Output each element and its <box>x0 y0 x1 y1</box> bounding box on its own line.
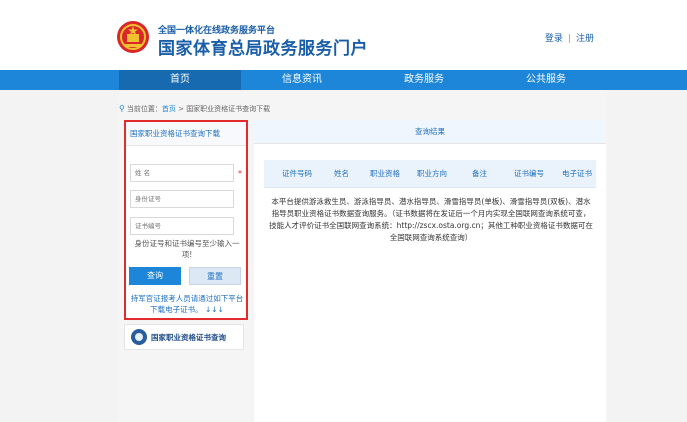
auth-links: 登录 | 注册 <box>545 31 594 44</box>
query-button[interactable]: 查询 <box>129 267 181 285</box>
certificate-query-banner[interactable]: 国家职业资格证书查询 <box>124 324 244 350</box>
nav-item-public-services[interactable]: 公共服务 <box>485 70 607 90</box>
column-header-direction: 职业方向 <box>417 169 447 178</box>
breadcrumb-separator: > <box>175 105 187 113</box>
main-nav: 首页 信息资讯 政务服务 公共服务 <box>0 70 687 90</box>
results-description: 本平台提供游泳救生员、游泳指导员、潜水指导员、滑雪指导员(单板)、滑雪指导员(双… <box>269 197 593 242</box>
query-results-panel: 查询结果 证件号码 姓名 职业资格 职业方向 备注 证书编号 电子证书 本平台提… <box>254 120 606 422</box>
column-header-id-number: 证件号码 <box>282 169 312 178</box>
required-mark: * <box>238 169 242 178</box>
national-emblem-icon <box>117 21 149 53</box>
breadcrumb-home-link[interactable]: 首页 <box>162 105 176 113</box>
site-header: 全国一体化在线政务服务平台 国家体育总局政务服务门户 登录 | 注册 <box>0 0 687 70</box>
form-title: 国家职业资格证书查询下载 <box>126 122 246 146</box>
certificate-number-input[interactable]: 证书编号 <box>130 217 234 235</box>
login-link[interactable]: 登录 <box>545 34 563 44</box>
certificate-query-form: 国家职业资格证书查询下载 姓 名 * 身份证号 证书编号 身份证号和证书编号至少… <box>124 120 248 320</box>
column-header-name: 姓名 <box>334 169 349 178</box>
breadcrumb: ⚲ 当前位置：首页 > 国家职业资格证书查询下载 <box>119 104 270 114</box>
breadcrumb-current: 国家职业资格证书查询下载 <box>186 105 271 113</box>
name-input[interactable]: 姓 名 <box>130 164 234 182</box>
reset-button[interactable]: 重置 <box>189 267 241 285</box>
auth-separator: | <box>567 34 571 44</box>
column-header-e-certificate: 电子证书 <box>562 169 592 178</box>
banner-text: 国家职业资格证书查询 <box>151 333 226 342</box>
location-pin-icon: ⚲ <box>119 104 125 113</box>
nav-item-home[interactable]: 首页 <box>119 70 241 90</box>
military-notice-link[interactable]: 持军官证报考人员请通过如下平台下载电子证书。 ↓↓↓ <box>128 293 246 315</box>
nav-item-news[interactable]: 信息资讯 <box>241 70 363 90</box>
id-number-input[interactable]: 身份证号 <box>130 190 234 208</box>
input-hint: 身份证号和证书编号至少输入一项! <box>134 239 240 259</box>
results-table-header: 证件号码 姓名 职业资格 职业方向 备注 证书编号 电子证书 <box>264 160 596 188</box>
site-title: 国家体育总局政务服务门户 <box>158 39 368 59</box>
nav-item-government-services[interactable]: 政务服务 <box>363 70 485 90</box>
results-title: 查询结果 <box>254 120 606 144</box>
column-header-remarks: 备注 <box>472 169 487 178</box>
column-header-qualification: 职业资格 <box>370 169 400 178</box>
column-header-certificate-number: 证书编号 <box>514 169 544 178</box>
register-link[interactable]: 注册 <box>576 34 594 44</box>
breadcrumb-prefix: 当前位置： <box>126 105 162 113</box>
certificate-logo-icon <box>131 329 147 345</box>
